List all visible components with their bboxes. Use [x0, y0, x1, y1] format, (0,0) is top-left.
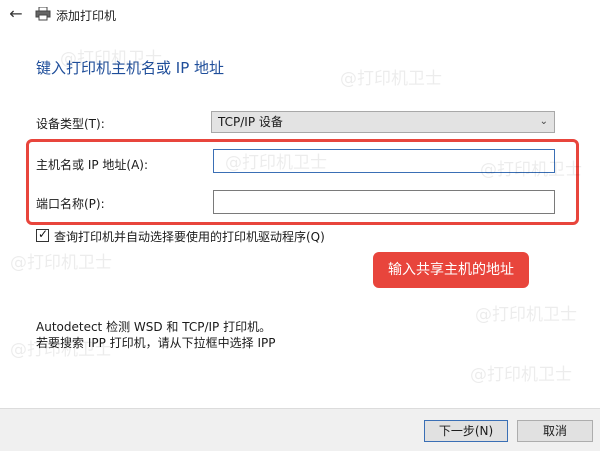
query-checkbox-label[interactable]: 查询打印机并自动选择要使用的打印机驱动程序(Q) — [54, 228, 325, 245]
host-label: 主机名或 IP 地址(A): — [36, 158, 149, 172]
port-label: 端口名称(P): — [36, 197, 105, 211]
printer-icon — [35, 7, 51, 21]
checkmark-icon: ✓ — [38, 227, 49, 241]
title-bar: ← 添加打印机 — [0, 0, 600, 30]
page-heading: 键入打印机主机名或 IP 地址 — [36, 59, 225, 77]
watermark: @打印机卫士 — [340, 69, 442, 89]
callout-annotation: 输入共享主机的地址 — [373, 252, 529, 288]
query-checkbox[interactable]: ✓ — [36, 227, 49, 242]
cancel-button[interactable]: 取消 — [517, 420, 593, 442]
footer-bar — [0, 408, 600, 451]
device-type-value: TCP/IP 设备 — [218, 115, 283, 129]
window-title: 添加打印机 — [56, 9, 117, 23]
watermark: @打印机卫士 — [10, 253, 112, 273]
host-input[interactable] — [213, 149, 555, 173]
next-button[interactable]: 下一步(N) — [424, 420, 508, 442]
watermark: @打印机卫士 — [470, 365, 572, 385]
device-type-select[interactable]: TCP/IP 设备 ⌄ — [211, 111, 555, 133]
watermark: @打印机卫士 — [475, 305, 577, 325]
port-input[interactable] — [213, 190, 555, 214]
chevron-down-icon: ⌄ — [539, 116, 548, 127]
back-arrow-icon[interactable]: ← — [6, 4, 26, 24]
device-type-label: 设备类型(T): — [36, 117, 105, 131]
info-text-line1: Autodetect 检测 WSD 和 TCP/IP 打印机。 — [36, 320, 272, 334]
info-text-line2: 若要搜索 IPP 打印机，请从下拉框中选择 IPP — [36, 336, 276, 350]
